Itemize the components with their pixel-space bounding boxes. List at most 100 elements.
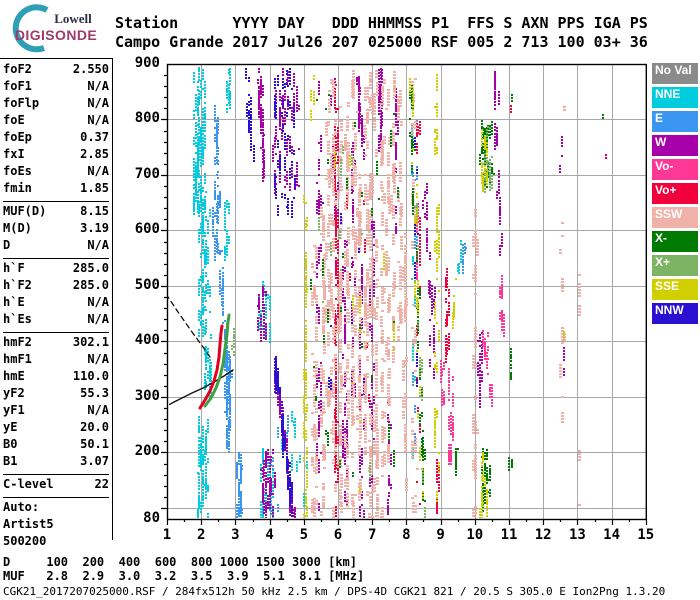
x-tick-label: 15: [637, 527, 655, 543]
param-value: N/A: [87, 164, 109, 178]
param-value: 55.3: [80, 386, 109, 400]
param-value: 285.0: [72, 261, 109, 275]
param-value: 22: [94, 477, 109, 491]
param-value: N/A: [87, 352, 109, 366]
x-tick-label: 1: [162, 527, 172, 543]
param-row-h-e: h`E N/A: [3, 295, 109, 312]
panel-top-divider: [0, 58, 113, 59]
status-line: CGK21_2017207025000.RSF / 284fx512h 50 k…: [3, 585, 666, 598]
param-value: 2.550: [72, 62, 109, 76]
param-row-d: D N/A: [3, 238, 109, 255]
param-row-hme: hmE 110.0: [3, 369, 109, 386]
param-value: N/A: [87, 403, 109, 417]
param-row-fmin: fmin 1.85: [3, 181, 109, 198]
param-label: MUF(D): [3, 204, 47, 218]
param-value: 285.0: [72, 278, 109, 292]
legend-item-ssw: SSW: [652, 207, 698, 228]
param-row-hmf1: hmF1 N/A: [3, 352, 109, 369]
panel-divider: [3, 201, 109, 202]
legend-item-nne: NNE: [652, 87, 698, 108]
param-value: N/A: [87, 238, 109, 252]
param-label: Artist5: [3, 517, 54, 531]
x-tick-label: 6: [333, 527, 343, 543]
x-tick-label: 14: [603, 527, 621, 543]
x-tick-label: 4: [265, 527, 274, 543]
param-label: hmF2: [3, 335, 32, 349]
param-row-hmf2: hmF2 302.1: [3, 335, 109, 352]
param-row-auto: Auto:: [3, 500, 109, 517]
param-value: 1.85: [80, 181, 109, 195]
param-row-foe: foE N/A: [3, 113, 109, 130]
param-row-c-level: C-level 22: [3, 477, 109, 494]
header-values-row: Campo Grande 2017 Jul26 207 025000 RSF 0…: [115, 33, 648, 51]
param-value: N/A: [87, 312, 109, 326]
param-row-h-es: h`Es N/A: [3, 312, 109, 329]
y-tick-label: 900: [134, 55, 160, 71]
param-label: hmE: [3, 369, 25, 383]
param-row-fof2: foF2 2.550: [3, 62, 109, 79]
param-label: foEp: [3, 130, 32, 144]
x-tick-label: 11: [500, 527, 518, 543]
param-value: N/A: [87, 113, 109, 127]
param-row-h-f: h`F 285.0: [3, 261, 109, 278]
panel-divider: [3, 258, 109, 259]
param-label: 500200: [3, 534, 47, 548]
param-row-m-d: M(D) 3.19: [3, 221, 109, 238]
param-label: foEs: [3, 164, 32, 178]
param-value: 3.19: [80, 221, 109, 235]
legend-item-x: X-: [652, 231, 698, 252]
param-value: 3.07: [80, 454, 109, 468]
param-value: 20.0: [80, 420, 109, 434]
param-row-foes: foEs N/A: [3, 164, 109, 181]
param-label: yF2: [3, 386, 25, 400]
y-tick-label: 400: [134, 332, 160, 349]
panel-divider: [3, 474, 109, 475]
y-tick-label: 300: [134, 387, 160, 404]
param-label: B0: [3, 437, 18, 451]
x-tick-label: 8: [402, 527, 411, 543]
param-label: B1: [3, 454, 18, 468]
y-tick-label: 600: [134, 221, 160, 238]
param-label: foF2: [3, 62, 32, 76]
y-tick-label: 200: [134, 443, 160, 460]
d-distance-row: D 100 200 400 600 800 1000 1500 3000 [km…: [3, 555, 358, 569]
param-label: h`Es: [3, 312, 32, 326]
param-label: foFlp: [3, 96, 40, 110]
param-value: N/A: [87, 79, 109, 93]
x-tick-label: 5: [299, 527, 309, 543]
param-row-artist5: Artist5: [3, 517, 109, 534]
param-label: Auto:: [3, 500, 40, 514]
param-label: h`F2: [3, 278, 32, 292]
y-tick-label: 80: [143, 510, 160, 526]
legend-item-no-val: No Val: [652, 63, 698, 84]
y-tick-label: 500: [134, 276, 160, 293]
param-value: 0.37: [80, 130, 109, 144]
param-label: foE: [3, 113, 25, 127]
legend-item-vo: Vo-: [652, 159, 698, 180]
lowell-digisonde-logo: Lowell DIGISONDE: [2, 2, 114, 54]
muf-row: MUF 2.8 2.9 3.0 3.2 3.5 3.9 5.1 8.1 [MHz…: [3, 569, 365, 583]
param-label: fxI: [3, 147, 25, 161]
param-label: C-level: [3, 477, 54, 491]
param-label: yF1: [3, 403, 25, 417]
param-label: D: [3, 238, 11, 252]
legend-item-nnw: NNW: [652, 303, 698, 324]
param-value: 2.85: [80, 147, 109, 161]
legend-item-x: X+: [652, 255, 698, 276]
param-value: 110.0: [72, 369, 109, 383]
param-row-ye: yE 20.0: [3, 420, 109, 437]
param-row-yf1: yF1 N/A: [3, 403, 109, 420]
legend-item-sse: SSE: [652, 279, 698, 300]
param-label: h`F: [3, 261, 25, 275]
param-row-foep: foEp 0.37: [3, 130, 109, 147]
param-row-muf-d: MUF(D) 8.15: [3, 204, 109, 221]
param-value: N/A: [87, 96, 109, 110]
param-value: 302.1: [72, 335, 109, 349]
param-row-foflp: foFlp N/A: [3, 96, 109, 113]
param-value: 8.15: [80, 204, 109, 218]
y-tick-label: 700: [134, 165, 160, 182]
param-label: h`E: [3, 295, 25, 309]
param-row-b1: B1 3.07: [3, 454, 109, 471]
panel-divider: [3, 497, 109, 498]
logo-lowell-text: Lowell: [54, 11, 92, 26]
